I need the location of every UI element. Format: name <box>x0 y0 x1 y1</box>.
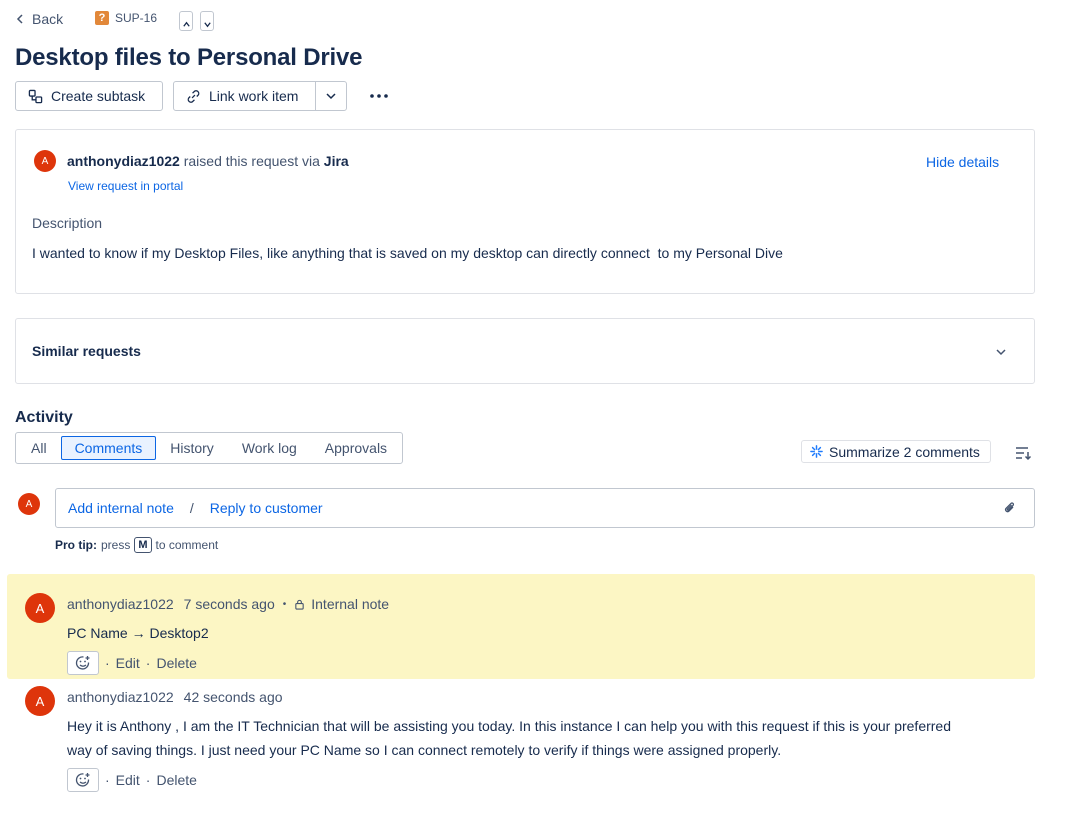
back-button[interactable]: Back <box>14 10 63 28</box>
comment-author-avatar: A <box>25 593 55 623</box>
summarize-label: Summarize 2 comments <box>829 443 980 460</box>
page-title: Desktop files to Personal Drive <box>15 44 363 71</box>
action-dot: · <box>145 772 151 788</box>
delete-comment-button[interactable]: Delete <box>156 655 196 671</box>
tab-comments[interactable]: Comments <box>60 436 157 460</box>
link-work-item-dropdown[interactable] <box>315 82 346 110</box>
activity-heading: Activity <box>15 409 73 426</box>
pro-tip-suffix: to comment <box>155 538 219 552</box>
tab-work-log[interactable]: Work log <box>228 436 311 460</box>
emoji-add-icon <box>75 773 90 787</box>
tab-history[interactable]: History <box>156 436 228 460</box>
raised-text: raised this request via <box>183 153 320 169</box>
comment-time: 42 seconds ago <box>183 689 283 705</box>
create-subtask-label: Create subtask <box>51 88 146 104</box>
link-work-item-group: Link work item <box>173 81 347 111</box>
comment-body-line-2: way of saving things. I just need your P… <box>67 742 782 758</box>
raised-by-line: anthonydiaz1022 raised this request via … <box>67 153 349 169</box>
create-subtask-button[interactable]: Create subtask <box>15 81 163 111</box>
lock-icon <box>295 599 304 610</box>
chevron-down-icon <box>203 22 211 28</box>
hide-details-button[interactable]: Hide details <box>926 154 999 170</box>
tab-approvals[interactable]: Approvals <box>311 436 401 460</box>
similar-requests-label: Similar requests <box>32 343 141 359</box>
chevron-up-icon <box>182 21 190 27</box>
view-in-portal-link[interactable]: View request in portal <box>68 179 183 193</box>
edit-comment-button[interactable]: Edit <box>116 655 140 671</box>
comment-body: PC Name → Desktop2 <box>67 625 209 641</box>
more-icon <box>370 94 388 98</box>
request-type-icon: ? <box>95 11 109 25</box>
chevron-down-icon[interactable] <box>993 344 1009 360</box>
reply-to-customer-button[interactable]: Reply to customer <box>210 500 323 516</box>
link-icon <box>187 89 200 103</box>
pro-tip-label: Pro tip: <box>55 538 97 552</box>
comment-meta: anthonydiaz1022 7 seconds ago • Internal… <box>67 596 389 612</box>
action-dot: · <box>145 655 151 671</box>
channel-name: Jira <box>323 153 349 169</box>
issue-key: SUP-16 <box>115 11 158 25</box>
attachment-icon[interactable] <box>1002 500 1018 516</box>
description-text: I wanted to know if my Desktop Files, li… <box>32 245 783 261</box>
more-actions-button[interactable] <box>368 84 390 108</box>
add-reaction-button[interactable] <box>67 651 99 675</box>
subtask-icon <box>28 89 43 103</box>
add-reaction-button[interactable] <box>67 768 99 792</box>
chevron-left-icon <box>16 14 23 24</box>
emoji-add-icon <box>75 656 90 670</box>
shortcut-key: M <box>134 537 152 553</box>
reporter-name[interactable]: anthonydiaz1022 <box>67 153 180 169</box>
comment-actions: · Edit · Delete <box>67 768 197 792</box>
pro-tip-press: press <box>101 538 131 552</box>
comment-meta: anthonydiaz1022 42 seconds ago <box>67 689 283 705</box>
comment-author-avatar: A <box>25 686 55 716</box>
edit-comment-button[interactable]: Edit <box>116 772 140 788</box>
previous-issue-button[interactable] <box>179 11 193 31</box>
link-work-item-button[interactable]: Link work item <box>174 82 307 110</box>
back-label: Back <box>32 11 64 27</box>
sort-icon[interactable] <box>1013 443 1033 463</box>
pro-tip: Pro tip: press M to comment <box>55 537 218 553</box>
internal-note-label: Internal note <box>311 596 390 612</box>
current-user-avatar: A <box>18 493 40 515</box>
comment-body-line-1: Hey it is Anthony , I am the IT Technici… <box>67 718 952 734</box>
tab-all[interactable]: All <box>17 436 61 460</box>
comment-actions: · Edit · Delete <box>67 651 197 675</box>
issue-key-link[interactable]: ? SUP-16 <box>95 11 157 25</box>
delete-comment-button[interactable]: Delete <box>156 772 196 788</box>
comment-time: 7 seconds ago <box>183 596 275 612</box>
comment-author[interactable]: anthonydiaz1022 <box>67 689 174 705</box>
add-internal-note-button[interactable]: Add internal note <box>68 500 174 516</box>
link-work-item-label: Link work item <box>209 88 299 104</box>
description-label: Description <box>32 215 103 231</box>
ai-sparkle-icon <box>810 445 823 458</box>
comment-author[interactable]: anthonydiaz1022 <box>67 596 174 612</box>
action-dot: · <box>105 655 110 671</box>
next-issue-button[interactable] <box>200 11 214 31</box>
editor-separator: / <box>189 500 194 516</box>
chevron-down-icon <box>326 93 336 100</box>
activity-tabs: All Comments History Work log Approvals <box>15 432 404 464</box>
summarize-comments-button[interactable]: Summarize 2 comments <box>801 440 991 463</box>
action-dot: · <box>105 772 110 788</box>
meta-bullet: • <box>282 598 287 610</box>
similar-requests-panel[interactable] <box>15 318 1035 384</box>
reporter-avatar: A <box>34 150 56 172</box>
comment-editor[interactable]: Add internal note / Reply to customer <box>55 488 1035 528</box>
